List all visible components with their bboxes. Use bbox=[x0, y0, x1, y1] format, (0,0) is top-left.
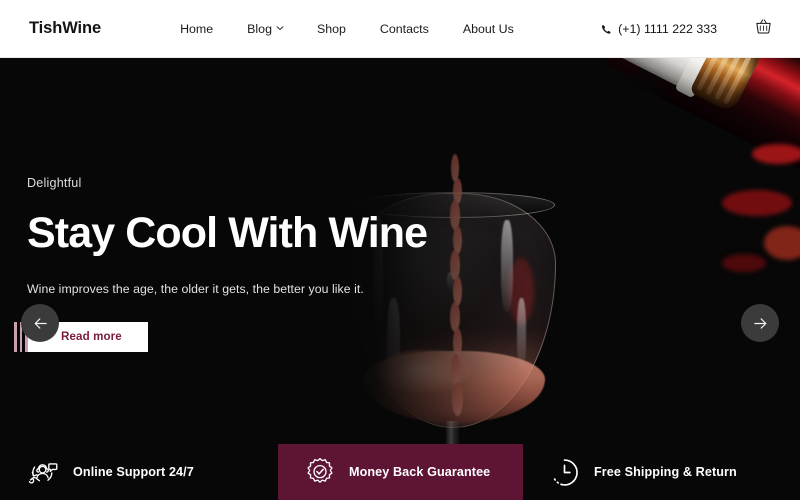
header-right-group: (+1) 1111 222 333 bbox=[601, 0, 800, 58]
feature-label: Online Support 24/7 bbox=[73, 465, 194, 479]
shopping-basket-icon bbox=[755, 18, 772, 40]
feature-label: Free Shipping & Return bbox=[594, 465, 737, 479]
slider-next-button[interactable] bbox=[741, 304, 779, 342]
slider-prev-button[interactable] bbox=[21, 304, 59, 342]
bottle-red-glint bbox=[764, 226, 800, 260]
hero-content: Delightful Stay Cool With Wine Wine impr… bbox=[14, 176, 497, 352]
glass-highlight bbox=[501, 220, 513, 312]
hero-title: Stay Cool With Wine bbox=[27, 209, 428, 257]
feature-bar: Online Support 24/7 Money Back Guarantee bbox=[0, 444, 800, 500]
feature-money-back[interactable]: Money Back Guarantee bbox=[278, 444, 523, 500]
hero-slider: Delightful Stay Cool With Wine Wine impr… bbox=[0, 58, 800, 500]
feature-label: Money Back Guarantee bbox=[349, 465, 491, 479]
nav-item-about-us[interactable]: About Us bbox=[446, 22, 531, 36]
hero-eyebrow: Delightful bbox=[27, 176, 82, 190]
read-more-label: Read more bbox=[61, 330, 122, 344]
clock-icon bbox=[549, 457, 580, 488]
nav-item-label: Home bbox=[180, 21, 214, 36]
chevron-down-icon bbox=[276, 24, 284, 31]
bottle-red-glint bbox=[722, 190, 792, 216]
nav-item-label: Contacts bbox=[379, 21, 429, 36]
main-navigation: Home Blog Shop Contacts About Us bbox=[163, 22, 531, 36]
phone-number: (+1) 1111 222 333 bbox=[618, 22, 717, 36]
site-logo[interactable]: TishWine bbox=[29, 19, 101, 38]
nav-item-label: About Us bbox=[462, 21, 514, 36]
bottle-red-glint bbox=[722, 254, 766, 272]
hero-subtitle: Wine improves the age, the older it gets… bbox=[27, 281, 364, 296]
bottle-red-glint bbox=[752, 144, 800, 164]
phone-link[interactable]: (+1) 1111 222 333 bbox=[601, 22, 717, 36]
arrow-right-icon bbox=[752, 315, 769, 332]
page-root: TishWine Home Blog Shop Contacts About U… bbox=[0, 0, 800, 500]
nav-item-contacts[interactable]: Contacts bbox=[363, 22, 446, 36]
guarantee-badge-icon bbox=[304, 457, 335, 488]
nav-item-label: Blog bbox=[247, 21, 272, 36]
nav-item-label: Shop bbox=[316, 21, 346, 36]
site-header: TishWine Home Blog Shop Contacts About U… bbox=[0, 0, 800, 58]
customer-support-icon bbox=[28, 457, 59, 488]
phone-icon bbox=[601, 24, 612, 35]
arrow-left-icon bbox=[32, 315, 49, 332]
feature-free-shipping[interactable]: Free Shipping & Return bbox=[523, 444, 800, 500]
cart-button[interactable] bbox=[753, 19, 773, 39]
nav-item-blog[interactable]: Blog bbox=[230, 22, 300, 36]
nav-item-home[interactable]: Home bbox=[163, 22, 230, 36]
feature-online-support[interactable]: Online Support 24/7 bbox=[0, 444, 278, 500]
nav-item-shop[interactable]: Shop bbox=[300, 22, 363, 36]
